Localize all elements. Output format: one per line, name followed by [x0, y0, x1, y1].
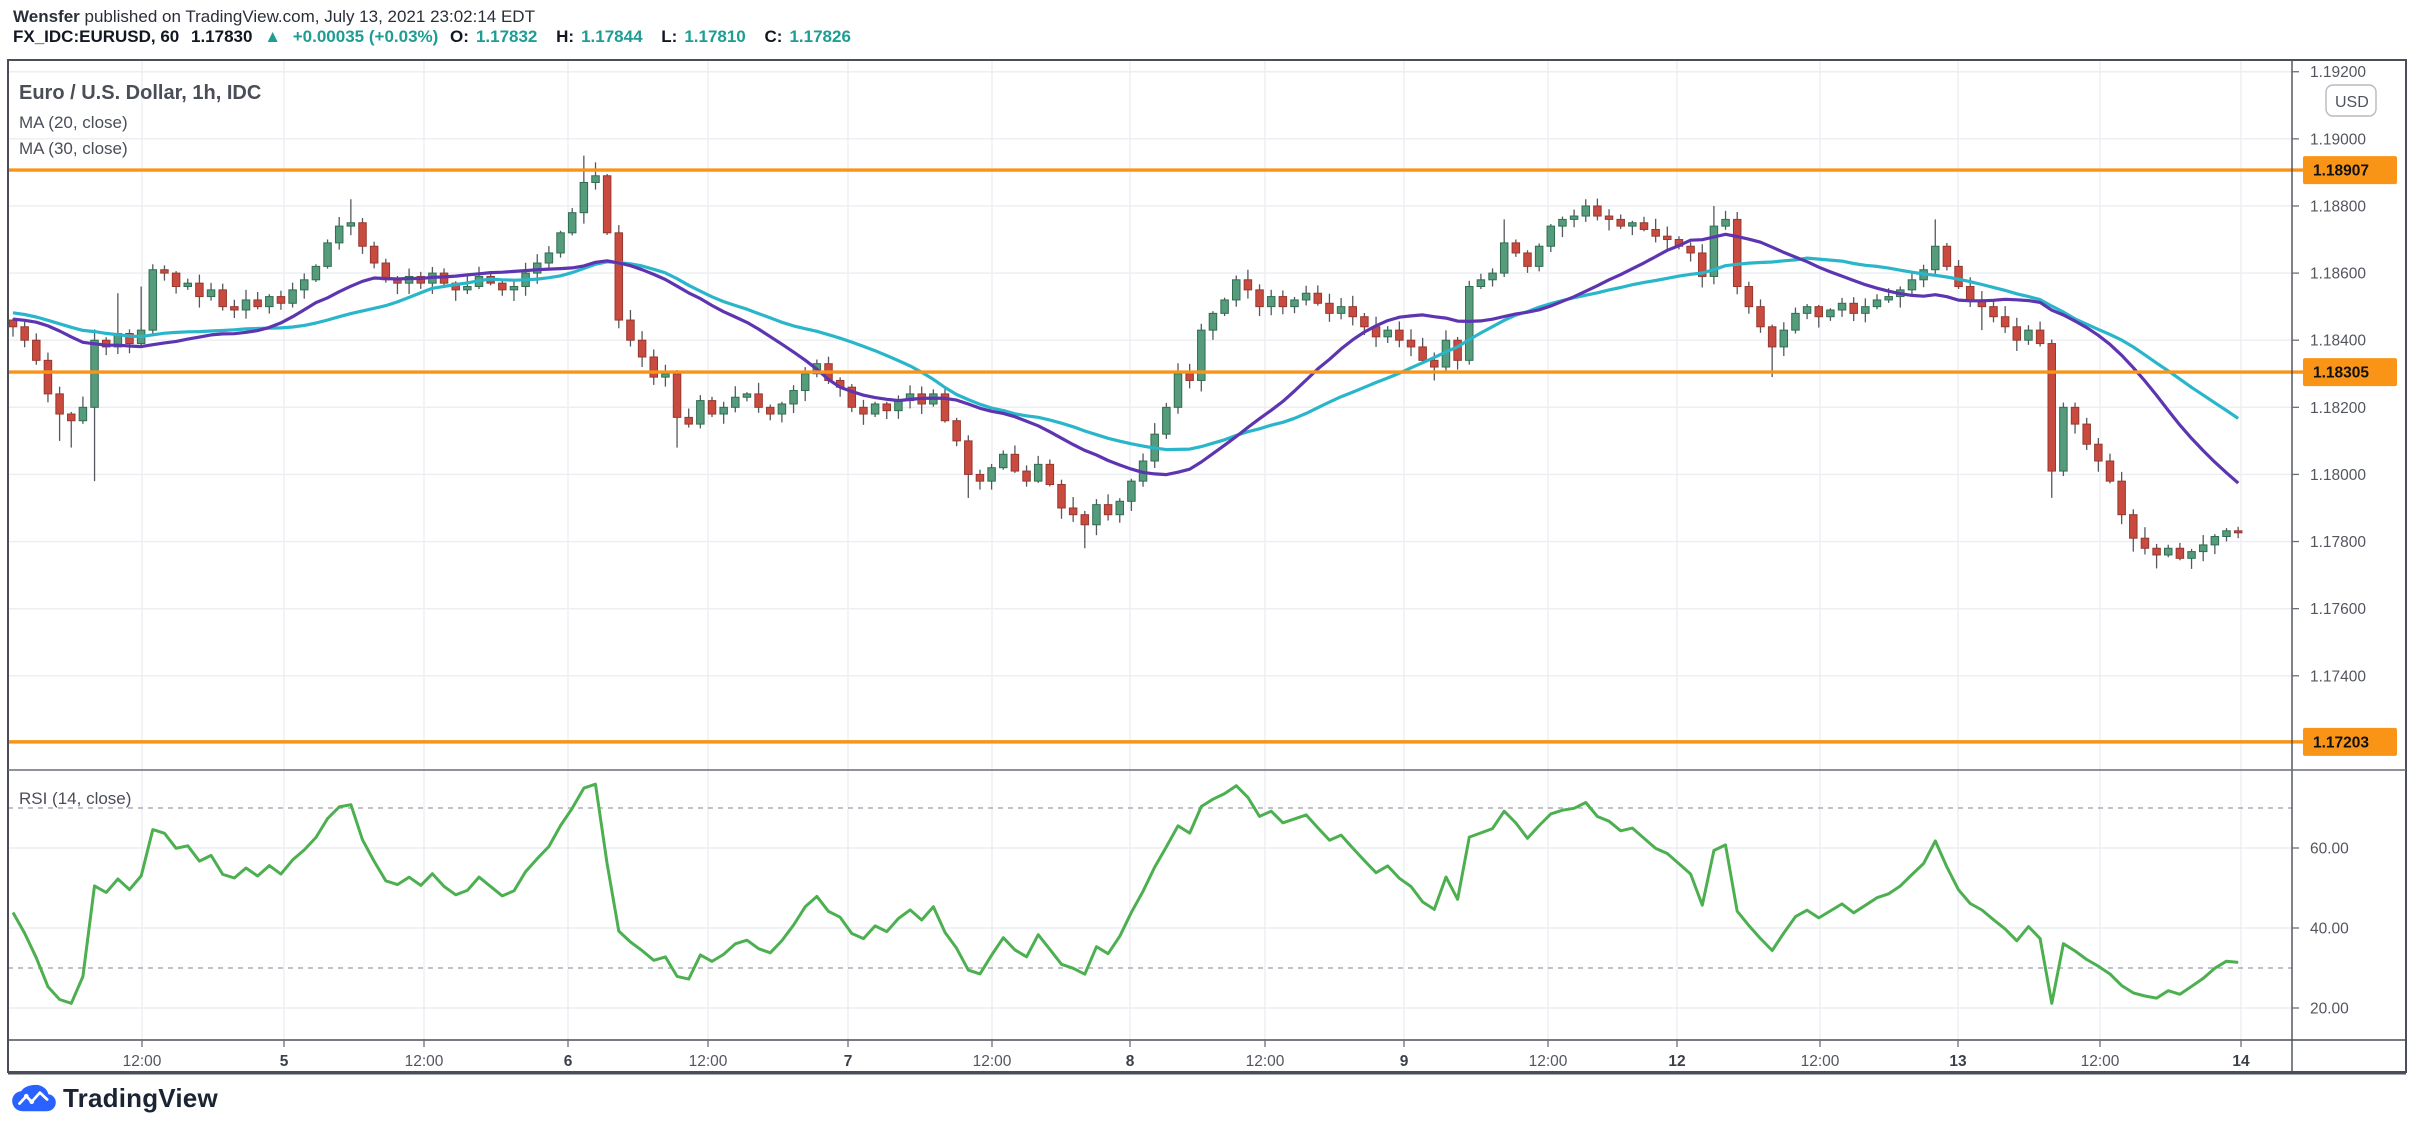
time-axis-label[interactable]: 12:00 — [123, 1053, 162, 1070]
price-axis-label[interactable]: 1.19000 — [2310, 131, 2366, 148]
currency-label: USD — [2335, 94, 2369, 111]
time-axis-day-label[interactable]: 5 — [280, 1053, 289, 1070]
rsi-axis-label[interactable]: 60.00 — [2310, 841, 2349, 858]
price-level-value: 1.18305 — [2313, 365, 2369, 382]
price-axis-label[interactable]: 1.18400 — [2310, 333, 2366, 350]
price-axis-label[interactable]: 1.18600 — [2310, 266, 2366, 283]
time-axis-label[interactable]: 12:00 — [1801, 1053, 1840, 1070]
time-axis-label[interactable]: 12:00 — [1246, 1053, 1285, 1070]
rsi-axis[interactable]: 60.00 40.00 20.00 — [2292, 841, 2349, 1018]
plot-area[interactable] — [8, 60, 2292, 1040]
price-axis-label[interactable]: 1.18200 — [2310, 400, 2366, 417]
rsi-axis-label[interactable]: 40.00 — [2310, 921, 2349, 938]
time-axis-day-label[interactable]: 6 — [564, 1053, 573, 1070]
legend-ma20[interactable]: MA (20, close) — [19, 113, 128, 133]
price-axis-label[interactable]: 1.17400 — [2310, 668, 2366, 685]
rsi-axis-label[interactable]: 20.00 — [2310, 1001, 2349, 1018]
price-axis-label[interactable]: 1.17800 — [2310, 534, 2366, 551]
tradingview-cloud-icon — [12, 1084, 56, 1114]
price-axis-label[interactable]: 1.18800 — [2310, 198, 2366, 215]
tradingview-logo[interactable]: TradingView — [12, 1083, 218, 1114]
price-level-value: 1.18907 — [2313, 163, 2369, 180]
price-level-value: 1.17203 — [2313, 734, 2369, 751]
legend-rsi[interactable]: RSI (14, close) — [19, 789, 131, 809]
time-axis-label[interactable]: 12:00 — [405, 1053, 444, 1070]
price-axis-label[interactable]: 1.18000 — [2310, 467, 2366, 484]
time-axis-day-label[interactable]: 12 — [1668, 1053, 1685, 1070]
time-axis-day-label[interactable]: 13 — [1949, 1053, 1967, 1070]
time-axis-day-label[interactable]: 9 — [1400, 1053, 1409, 1070]
time-axis-label[interactable]: 12:00 — [2081, 1053, 2120, 1070]
time-axis-label[interactable]: 12:00 — [689, 1053, 728, 1070]
chart-title: Euro / U.S. Dollar, 1h, IDC — [19, 82, 261, 105]
price-axis-label[interactable]: 1.17600 — [2310, 601, 2366, 618]
price-axis-label[interactable]: 1.19200 — [2310, 64, 2366, 81]
chart-canvas[interactable]: 1.18907 1.18305 1.17203 1.19200 1.19000 1.188… — [0, 0, 2415, 1127]
time-axis-day-label[interactable]: 14 — [2232, 1053, 2250, 1070]
time-axis-day-label[interactable]: 7 — [844, 1053, 853, 1070]
tradingview-logo-text: TradingView — [63, 1083, 218, 1114]
tradingview-published-chart: { "header": { "publisher": "Wensfer", "p… — [0, 0, 2415, 1127]
time-axis-label[interactable]: 12:00 — [973, 1053, 1012, 1070]
time-axis[interactable]: 12:00 5 12:00 6 12:00 7 12:00 8 12:00 9 12:00 12 12:… — [123, 1040, 2250, 1070]
time-axis-day-label[interactable]: 8 — [1126, 1053, 1135, 1070]
legend-ma30[interactable]: MA (30, close) — [19, 139, 128, 159]
time-axis-label[interactable]: 12:00 — [1529, 1053, 1568, 1070]
